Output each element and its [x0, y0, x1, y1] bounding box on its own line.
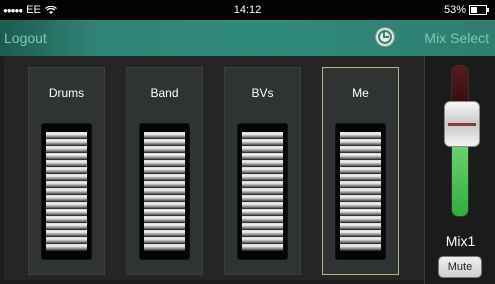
channel-name: Band [150, 86, 179, 100]
fader-band[interactable] [140, 124, 189, 259]
mix-select-icon[interactable] [375, 27, 395, 47]
channel-name: Drums [48, 86, 85, 100]
logout-button[interactable]: Logout [4, 30, 47, 46]
top-bar: Logout Mix Select [0, 20, 495, 57]
channel-band[interactable]: Band [126, 67, 203, 275]
master-fader-thumb[interactable] [444, 101, 480, 147]
fader-bvs[interactable] [238, 124, 287, 259]
master-panel: Mix1 Mute [424, 56, 495, 284]
channel-drums[interactable]: Drums [28, 67, 105, 275]
mix-select-button[interactable]: Mix Select [424, 30, 489, 46]
channel-strip-area: Drums Band BVs Me [4, 56, 424, 280]
meter-level-fill [452, 147, 468, 216]
channel-name: BVs [251, 86, 274, 100]
status-bar: ●●●●● EE 14:12 53% [0, 0, 495, 20]
fader-drums[interactable] [42, 124, 91, 259]
battery-icon [469, 5, 489, 15]
channel-name: Me [352, 86, 369, 100]
battery-percent: 53% [443, 4, 466, 16]
status-time: 14:12 [233, 4, 262, 16]
channel-me[interactable]: Me [322, 67, 399, 275]
mute-button[interactable]: Mute [438, 256, 482, 278]
fader-me[interactable] [336, 124, 385, 259]
mix-name-label: Mix1 [445, 233, 476, 249]
channel-bvs[interactable]: BVs [224, 67, 301, 275]
